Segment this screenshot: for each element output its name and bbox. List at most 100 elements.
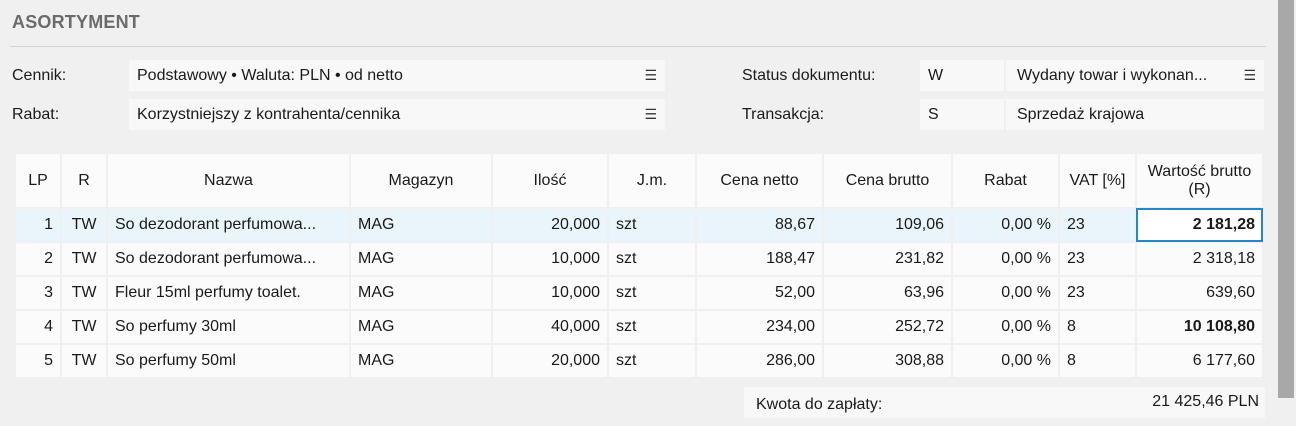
rabat-value: Korzystniejszy z kontrahenta/cennika [137,106,401,123]
cell-magazyn[interactable]: MAG [350,242,493,277]
cell-ilosc[interactable]: 10,000 [492,242,609,277]
col-header-magazyn[interactable]: Magazyn [350,154,493,209]
cell-nazwa[interactable]: So dezodorant perfumowa... [107,208,351,243]
cell-wartosc[interactable]: 10 108,80 [1136,310,1264,345]
cell-ilosc[interactable]: 10,000 [492,276,609,311]
cell-r[interactable]: TW [61,242,108,277]
cell-jm[interactable]: szt [608,344,697,379]
rabat-field[interactable]: Korzystniejszy z kontrahenta/cennika ☰ [129,99,665,130]
cennik-label: Cennik: [12,67,67,84]
cell-rabat[interactable]: 0,00 % [952,310,1060,345]
scrollbar-thumb[interactable] [1278,0,1294,398]
cell-r[interactable]: TW [61,208,108,243]
vertical-scrollbar[interactable] [1276,0,1296,426]
table-header-row: LP R Nazwa Magazyn Ilość J.m. Cena netto… [16,154,1264,209]
cell-r[interactable]: TW [61,276,108,311]
items-table: LP R Nazwa Magazyn Ilość J.m. Cena netto… [16,154,1264,379]
col-header-ilosc[interactable]: Ilość [492,154,609,209]
cell-wartosc[interactable]: 2 181,28 [1136,208,1264,243]
total-value: 21 425,46 PLN [1152,393,1259,410]
menu-icon[interactable]: ☰ [644,60,657,91]
transakcja-value: Sprzedaż krajowa [1017,106,1145,123]
cell-r[interactable]: TW [61,344,108,379]
col-header-wartosc[interactable]: Wartość brutto (R) [1136,154,1264,209]
cell-cena-brutto[interactable]: 63,96 [823,276,953,311]
cell-ilosc[interactable]: 40,000 [492,310,609,345]
cell-lp[interactable]: 3 [16,276,62,311]
cell-nazwa[interactable]: So dezodorant perfumowa... [107,242,351,277]
cell-r[interactable]: TW [61,310,108,345]
cell-jm[interactable]: szt [608,242,697,277]
table-row[interactable]: 1 TW So dezodorant perfumowa... MAG 20,0… [16,208,1264,243]
cennik-field[interactable]: Podstawowy • Waluta: PLN • od netto ☰ [129,60,665,91]
cell-rabat[interactable]: 0,00 % [952,242,1060,277]
rabat-label: Rabat: [12,106,60,123]
cell-jm[interactable]: szt [608,208,697,243]
cell-cena-netto[interactable]: 188,47 [696,242,824,277]
cell-wartosc[interactable]: 6 177,60 [1136,344,1264,379]
cell-vat[interactable]: 23 [1059,276,1137,311]
total-box: Kwota do zapłaty: 21 425,46 PLN [744,387,1265,418]
status-code: W [928,67,944,84]
cell-jm[interactable]: szt [608,276,697,311]
col-header-jm[interactable]: J.m. [608,154,697,209]
col-header-nazwa[interactable]: Nazwa [107,154,351,209]
cell-nazwa[interactable]: So perfumy 50ml [107,344,351,379]
cell-rabat[interactable]: 0,00 % [952,276,1060,311]
section-title: ASORTYMENT [12,12,140,32]
col-header-lp[interactable]: LP [16,154,62,209]
transakcja-field[interactable]: Sprzedaż krajowa [1006,99,1264,130]
cell-nazwa[interactable]: So perfumy 30ml [107,310,351,345]
cell-cena-netto[interactable]: 234,00 [696,310,824,345]
cell-ilosc[interactable]: 20,000 [492,344,609,379]
cell-ilosc[interactable]: 20,000 [492,208,609,243]
total-label: Kwota do zapłaty: [756,396,883,413]
cell-lp[interactable]: 5 [16,344,62,379]
cell-cena-netto[interactable]: 286,00 [696,344,824,379]
cell-vat[interactable]: 23 [1059,242,1137,277]
cell-lp[interactable]: 1 [16,208,62,243]
col-header-rabat[interactable]: Rabat [952,154,1060,209]
cell-jm[interactable]: szt [608,310,697,345]
col-header-r[interactable]: R [61,154,108,209]
status-code-field[interactable]: W [920,60,1004,91]
table-row[interactable]: 5 TW So perfumy 50ml MAG 20,000 szt 286,… [16,344,1264,379]
table-row[interactable]: 2 TW So dezodorant perfumowa... MAG 10,0… [16,242,1264,277]
cell-wartosc[interactable]: 2 318,18 [1136,242,1264,277]
cell-magazyn[interactable]: MAG [350,276,493,311]
cell-rabat[interactable]: 0,00 % [952,344,1060,379]
cell-nazwa[interactable]: Fleur 15ml perfumy toalet. [107,276,351,311]
cennik-value: Podstawowy • Waluta: PLN • od netto [137,67,403,84]
menu-icon[interactable]: ☰ [644,99,657,130]
cell-vat[interactable]: 8 [1059,344,1137,379]
cell-magazyn[interactable]: MAG [350,344,493,379]
title-divider [10,46,1266,47]
cell-rabat[interactable]: 0,00 % [952,208,1060,243]
table-row[interactable]: 4 TW So perfumy 30ml MAG 40,000 szt 234,… [16,310,1264,345]
cell-lp[interactable]: 4 [16,310,62,345]
menu-icon[interactable]: ☰ [1243,60,1256,91]
transakcja-code: S [928,106,939,123]
cell-cena-netto[interactable]: 52,00 [696,276,824,311]
cell-vat[interactable]: 23 [1059,208,1137,243]
status-value: Wydany towar i wykonan... [1017,67,1208,84]
cell-cena-brutto[interactable]: 252,72 [823,310,953,345]
col-header-vat[interactable]: VAT [%] [1059,154,1137,209]
cell-lp[interactable]: 2 [16,242,62,277]
cell-cena-brutto[interactable]: 308,88 [823,344,953,379]
col-header-cena-brutto[interactable]: Cena brutto [823,154,953,209]
cell-cena-brutto[interactable]: 231,82 [823,242,953,277]
cell-wartosc[interactable]: 639,60 [1136,276,1264,311]
table-row[interactable]: 3 TW Fleur 15ml perfumy toalet. MAG 10,0… [16,276,1264,311]
cell-cena-brutto[interactable]: 109,06 [823,208,953,243]
cell-vat[interactable]: 8 [1059,310,1137,345]
assortment-panel: ASORTYMENT Cennik: Podstawowy • Waluta: … [0,0,1276,426]
cell-magazyn[interactable]: MAG [350,310,493,345]
transakcja-code-field[interactable]: S [920,99,1004,130]
status-field[interactable]: Wydany towar i wykonan... ☰ [1006,60,1264,91]
col-header-cena-netto[interactable]: Cena netto [696,154,824,209]
cell-magazyn[interactable]: MAG [350,208,493,243]
status-label: Status dokumentu: [742,67,876,84]
transakcja-label: Transakcja: [742,106,825,123]
cell-cena-netto[interactable]: 88,67 [696,208,824,243]
